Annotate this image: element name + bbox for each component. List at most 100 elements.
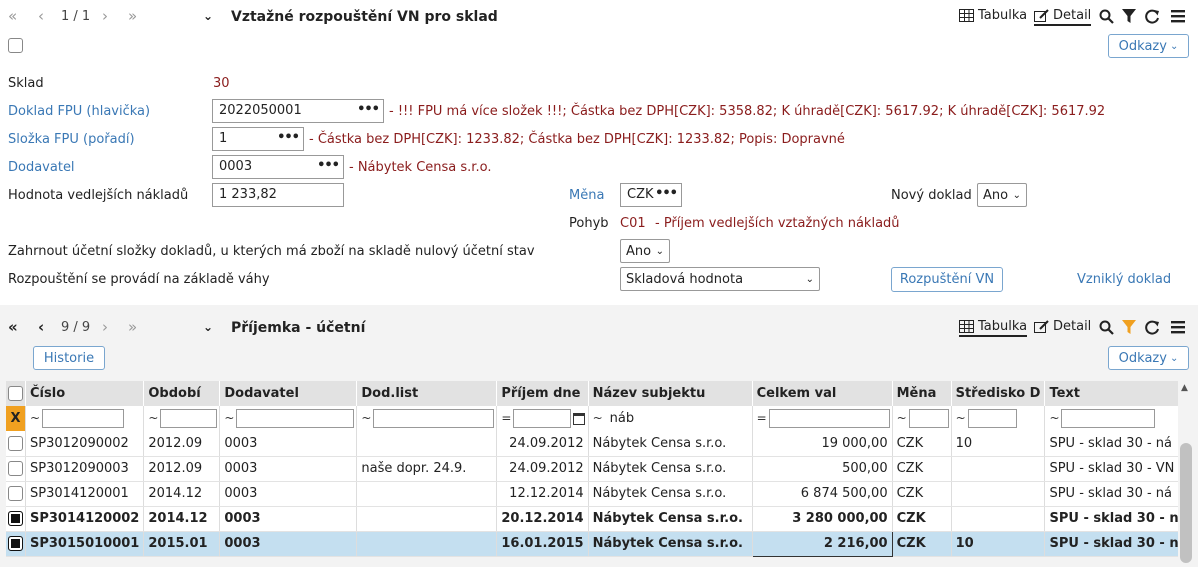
- filter-input[interactable]: [1061, 409, 1156, 428]
- zahrnout-select[interactable]: Ano ⌄: [620, 239, 670, 263]
- filter-op[interactable]: ~: [1047, 411, 1061, 425]
- odkazy-button[interactable]: Odkazy ⌄: [1108, 346, 1189, 370]
- dodavatel-link[interactable]: Dodavatel: [8, 160, 75, 175]
- refresh-icon[interactable]: [1145, 320, 1160, 335]
- column-header-mena[interactable]: Měna: [892, 381, 952, 406]
- filter-op[interactable]: ~: [954, 411, 968, 425]
- menu-icon[interactable]: [1171, 10, 1185, 23]
- record-checkbox[interactable]: [8, 38, 23, 53]
- filter-active-icon[interactable]: [1122, 320, 1136, 335]
- cell-text: SPU - sklad 30 - ná: [1044, 481, 1193, 507]
- rozpusteni-vn-button[interactable]: Rozpuštění VN: [891, 267, 1003, 292]
- prev-page-icon[interactable]: ‹: [38, 8, 44, 24]
- prev-page-icon[interactable]: ‹: [38, 319, 44, 335]
- filter-input[interactable]: [42, 409, 124, 428]
- cell-obdobi: 2014.12: [143, 481, 221, 507]
- filter-input[interactable]: [160, 409, 218, 428]
- row-checkbox[interactable]: [8, 536, 23, 551]
- search-icon[interactable]: [1099, 320, 1114, 335]
- historie-button[interactable]: Historie: [33, 346, 105, 370]
- column-header-cislo[interactable]: Číslo: [25, 381, 145, 406]
- cell-stredisko: 10: [951, 431, 1046, 457]
- filter-op[interactable]: =: [755, 411, 769, 425]
- row-checkbox[interactable]: [8, 461, 23, 476]
- column-header-text[interactable]: Text: [1044, 381, 1193, 406]
- hodnota-field[interactable]: 1 233,82: [212, 183, 344, 207]
- tab-detail[interactable]: Detail: [1034, 319, 1091, 334]
- tab-tabulka[interactable]: Tabulka: [959, 8, 1027, 23]
- search-icon[interactable]: [1099, 9, 1114, 24]
- page-title: Vztažné rozpouštění VN pro sklad: [231, 9, 498, 25]
- lookup-dots-icon[interactable]: •••: [357, 102, 380, 117]
- filter-input[interactable]: [236, 409, 355, 428]
- doklad-fpu-link[interactable]: Doklad FPU (hlavička): [8, 104, 150, 119]
- filter-input[interactable]: [373, 409, 495, 428]
- filter-input[interactable]: náb: [604, 409, 750, 428]
- filter-celkem: =: [752, 406, 893, 431]
- row-checkbox[interactable]: [8, 486, 23, 501]
- filter-op[interactable]: =: [499, 411, 513, 425]
- table-row[interactable]: SP3012090003 2012.09 0003 naše dopr. 24.…: [6, 456, 1193, 482]
- filter-op[interactable]: ~: [591, 411, 605, 425]
- filter-op[interactable]: ~: [895, 411, 909, 425]
- column-header-dodavatel[interactable]: Dodavatel: [219, 381, 358, 406]
- last-page-icon[interactable]: »: [128, 319, 137, 335]
- odkazy-button[interactable]: Odkazy ⌄: [1108, 34, 1189, 58]
- clear-filter-button[interactable]: X: [6, 406, 26, 431]
- next-page-icon[interactable]: ›: [102, 319, 108, 335]
- doklad-fpu-field[interactable]: 2022050001 •••: [212, 99, 384, 123]
- column-header-celkem[interactable]: Celkem val: [752, 381, 893, 406]
- filter-input[interactable]: [768, 409, 890, 428]
- column-header-prijem[interactable]: Příjem dne: [496, 381, 589, 406]
- scrollbar-thumb[interactable]: [1180, 443, 1192, 563]
- lookup-dots-icon[interactable]: •••: [317, 158, 340, 173]
- cell-celkem-focused[interactable]: 2 216,00: [751, 530, 893, 557]
- vznikly-doklad-link[interactable]: Vzniklý doklad: [1077, 272, 1171, 287]
- tab-detail[interactable]: Detail: [1034, 8, 1092, 26]
- table-row[interactable]: SP3012090002 2012.09 0003 24.09.2012 Náb…: [6, 431, 1193, 457]
- column-header-dodlist[interactable]: Dod.list: [356, 381, 498, 406]
- slozka-fpu-field[interactable]: 1 •••: [212, 127, 304, 151]
- slozka-fpu-link[interactable]: Složka FPU (pořadí): [8, 132, 135, 147]
- filter-input[interactable]: [513, 409, 572, 428]
- doklad-fpu-value: 2022050001: [219, 103, 302, 118]
- rozpousteni-select[interactable]: Skladová hodnota ⌄: [620, 267, 820, 291]
- select-all-checkbox[interactable]: [8, 386, 23, 401]
- filter-op[interactable]: ~: [222, 411, 236, 425]
- refresh-icon[interactable]: [1145, 9, 1160, 24]
- table-row[interactable]: SP3014120002 2014.12 0003 20.12.2014 Náb…: [6, 506, 1193, 532]
- mena-field[interactable]: CZK •••: [620, 183, 682, 207]
- column-header-nazev[interactable]: Název subjektu: [588, 381, 753, 406]
- next-page-icon[interactable]: ›: [102, 8, 108, 24]
- collapse-chevron-icon[interactable]: ⌄: [203, 319, 213, 335]
- table-row-selected[interactable]: SP3015010001 2015.01 0003 16.01.2015 Náb…: [6, 530, 1193, 557]
- last-page-icon[interactable]: »: [128, 8, 137, 24]
- table-row[interactable]: SP3014120001 2014.12 0003 12.12.2014 Náb…: [6, 481, 1193, 507]
- row-checkbox[interactable]: [8, 511, 23, 526]
- filter-op[interactable]: ~: [28, 411, 42, 425]
- collapse-chevron-icon[interactable]: ⌄: [203, 8, 213, 24]
- lookup-dots-icon[interactable]: •••: [277, 130, 300, 145]
- first-page-icon[interactable]: «: [8, 319, 18, 335]
- filter-icon[interactable]: [1122, 9, 1136, 24]
- sklad-label: Sklad: [8, 76, 44, 91]
- filter-op[interactable]: ~: [359, 411, 373, 425]
- menu-icon[interactable]: [1171, 321, 1185, 334]
- calendar-icon[interactable]: [573, 412, 586, 425]
- detail-pane: « ‹ 1 / 1 › » ⌄ Vztažné rozpouštění VN p…: [0, 0, 1198, 305]
- filter-input[interactable]: [967, 409, 1017, 428]
- filter-input[interactable]: [908, 409, 949, 428]
- mena-link[interactable]: Měna: [569, 188, 604, 203]
- filter-op[interactable]: ~: [146, 411, 160, 425]
- dodavatel-field[interactable]: 0003 •••: [212, 155, 344, 179]
- column-header-obdobi[interactable]: Období: [143, 381, 221, 406]
- tab-tabulka[interactable]: Tabulka: [959, 319, 1028, 337]
- scroll-up-icon[interactable]: ▲: [1181, 383, 1188, 393]
- column-header-stredisko[interactable]: Středisko D: [951, 381, 1046, 406]
- row-checkbox[interactable]: [8, 435, 23, 451]
- vertical-scrollbar[interactable]: ▲: [1178, 381, 1194, 567]
- cell-text: SPU - sklad 30 - VN: [1044, 456, 1193, 482]
- novy-doklad-select[interactable]: Ano ⌄: [977, 183, 1027, 207]
- lookup-dots-icon[interactable]: •••: [655, 186, 678, 201]
- first-page-icon[interactable]: «: [8, 8, 17, 24]
